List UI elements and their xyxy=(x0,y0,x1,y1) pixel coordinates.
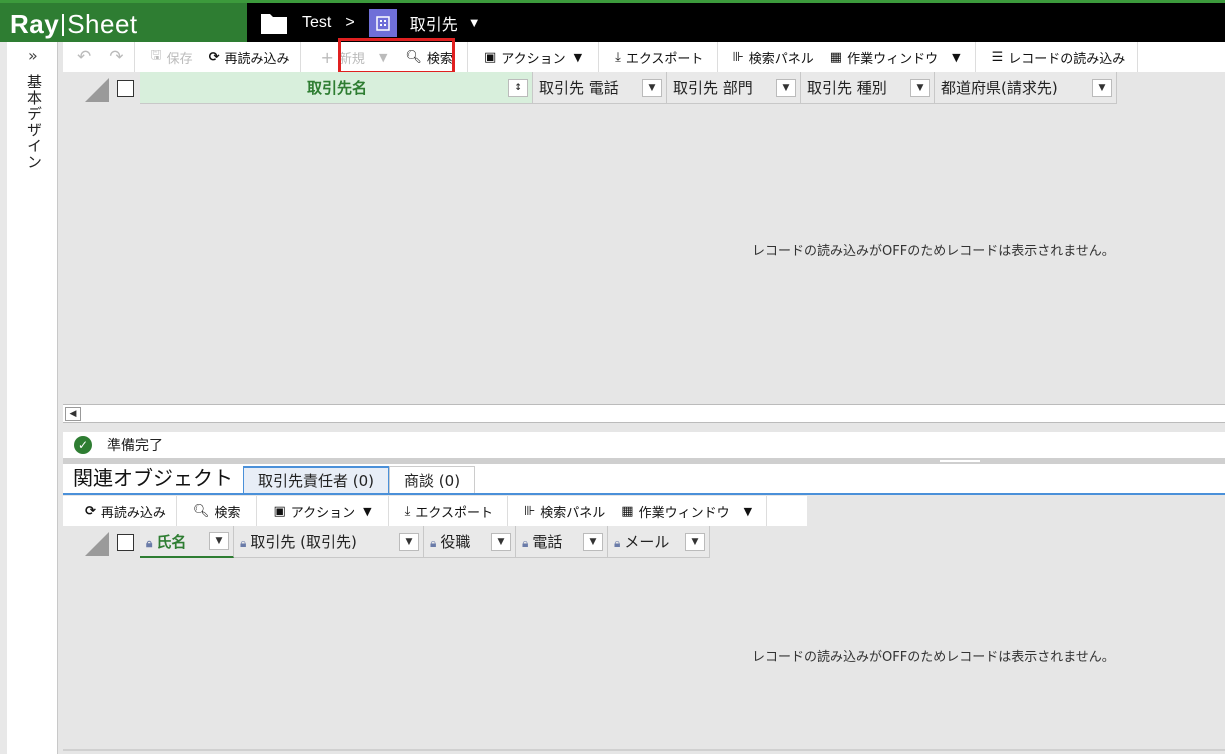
column-account-phone[interactable]: 取引先 電話 ▼ xyxy=(533,72,667,104)
reload-icon: ⟳ xyxy=(85,503,96,519)
app-logo[interactable]: Ray Sheet xyxy=(0,3,247,42)
expand-icon[interactable]: » xyxy=(28,46,38,65)
folder-icon[interactable] xyxy=(260,11,288,35)
column-contact-email[interactable]: 🔒︎ メール ▼ xyxy=(608,526,710,558)
breadcrumb-folder[interactable]: Test xyxy=(302,14,331,32)
horizontal-scrollbar[interactable]: ◀ xyxy=(63,404,1225,423)
breadcrumb: Test > 取引先 ▼ xyxy=(260,3,481,42)
work-window-dropdown-icon: ▼ xyxy=(743,504,753,518)
redo-button[interactable]: ↷ xyxy=(97,42,135,72)
undo-button[interactable]: ↶ xyxy=(63,42,97,72)
new-button-highlight xyxy=(338,38,455,74)
undo-icon: ↶ xyxy=(77,47,92,67)
lock-icon: 🔒︎ xyxy=(614,536,621,550)
column-billing-state[interactable]: 都道府県(請求先) ▼ xyxy=(935,72,1117,104)
work-window-icon: ▦ xyxy=(621,503,634,519)
plus-icon: + xyxy=(320,47,334,67)
related-search-button[interactable]: 🔍︎ 検索 xyxy=(177,496,258,526)
save-icon: 🖫 xyxy=(150,48,162,63)
sort-icon[interactable]: ↕ xyxy=(508,78,528,97)
breadcrumb-object[interactable]: 取引先 xyxy=(410,11,458,35)
save-button[interactable]: 🖫 保存 xyxy=(135,42,199,72)
work-window-icon: ▦ xyxy=(829,49,843,65)
tab-opportunities[interactable]: 商談 (0) xyxy=(389,466,476,493)
column-contact-name[interactable]: 🔒︎ 氏名 ▼ xyxy=(140,526,234,558)
column-account-name[interactable]: 取引先名 ↕ xyxy=(140,72,533,104)
lock-icon: 🔒︎ xyxy=(240,536,247,550)
status-text: 準備完了 xyxy=(107,438,163,454)
column-dropdown-icon[interactable]: ▼ xyxy=(776,78,796,97)
column-dropdown-icon[interactable]: ▼ xyxy=(583,532,603,551)
building-icon xyxy=(368,8,397,37)
redo-icon: ↷ xyxy=(109,47,124,67)
logo-light-text: Sheet xyxy=(67,9,138,39)
record-load-button[interactable]: ☰ レコードの読み込み xyxy=(976,42,1139,72)
column-dropdown-icon[interactable]: ▼ xyxy=(1092,78,1112,97)
logo-bold-text: Ray xyxy=(10,9,60,39)
main-empty-message: レコードの読み込みがOFFのためレコードは表示されません。 xyxy=(752,244,1115,259)
related-export-button[interactable]: ⤓ エクスポート xyxy=(389,496,508,526)
reload-button[interactable]: ⟳ 再読み込み xyxy=(199,42,301,72)
related-objects-title: 関連オブジェクト xyxy=(73,466,233,490)
lock-icon: 🔒︎ xyxy=(430,536,437,550)
column-dropdown-icon[interactable]: ▼ xyxy=(910,78,930,97)
search-icon: 🔍︎ xyxy=(192,503,210,519)
select-all-checkbox[interactable] xyxy=(117,80,134,97)
action-icon: ▣ xyxy=(273,503,286,519)
select-all-corner[interactable] xyxy=(63,72,109,104)
column-dropdown-icon[interactable]: ▼ xyxy=(209,532,229,550)
column-contact-account[interactable]: 🔒︎ 取引先 (取引先) ▼ xyxy=(234,526,424,558)
scroll-left-icon[interactable]: ◀ xyxy=(65,407,81,421)
main-toolbar: ↶ ↷ 🖫 保存 ⟳ 再読み込み + 新規 ▼ 🔍︎ 検索 ▣ アクション ▼ ⤓ エクスポート… xyxy=(63,42,1225,72)
related-action-button[interactable]: ▣ アクション ▼ xyxy=(257,496,389,526)
column-dropdown-icon[interactable]: ▼ xyxy=(685,532,705,551)
search-panel-icon: ⊪ xyxy=(523,503,536,519)
column-account-department[interactable]: 取引先 部門 ▼ xyxy=(667,72,801,104)
column-contact-title[interactable]: 🔒︎ 役職 ▼ xyxy=(424,526,516,558)
object-dropdown-icon[interactable]: ▼ xyxy=(468,15,481,30)
action-button[interactable]: ▣ アクション ▼ xyxy=(468,42,600,72)
breadcrumb-separator: > xyxy=(345,13,355,31)
status-bar: ✓ 準備完了 xyxy=(63,432,1225,458)
related-search-panel-button[interactable]: ⊪ 検索パネル xyxy=(508,496,611,526)
basic-design-tab[interactable]: 基本デザイン xyxy=(24,74,45,170)
related-select-all-corner[interactable] xyxy=(63,526,109,558)
top-bar: Ray Sheet Test > 取引先 ▼ xyxy=(0,0,1225,42)
tab-contacts[interactable]: 取引先責任者 (0) xyxy=(243,466,390,493)
lock-icon: 🔒︎ xyxy=(522,536,529,550)
search-panel-button[interactable]: ⊪ 検索パネル xyxy=(718,42,819,72)
column-dropdown-icon[interactable]: ▼ xyxy=(642,78,662,97)
action-dropdown-icon: ▼ xyxy=(573,50,583,64)
check-icon: ✓ xyxy=(74,436,92,454)
export-button[interactable]: ⤓ エクスポート xyxy=(599,42,719,72)
action-icon: ▣ xyxy=(483,49,497,65)
related-select-all-checkbox[interactable] xyxy=(117,534,134,551)
work-window-button[interactable]: ▦ 作業ウィンドウ ▼ xyxy=(820,42,976,72)
related-reload-button[interactable]: ⟳ 再読み込み xyxy=(63,496,177,526)
main-grid-header: 取引先名 ↕ 取引先 電話 ▼ 取引先 部門 ▼ 取引先 種別 ▼ 都道府県(請求先) ▼ xyxy=(63,72,1117,104)
lock-icon: 🔒︎ xyxy=(146,535,153,550)
bottom-divider xyxy=(63,749,1225,751)
related-toolbar: ⟳ 再読み込み 🔍︎ 検索 ▣ アクション ▼ ⤓ エクスポート ⊪ 検索パネル ▦ 作業ウィ… xyxy=(63,496,807,526)
column-account-type[interactable]: 取引先 種別 ▼ xyxy=(801,72,935,104)
list-icon: ☰ xyxy=(991,49,1004,65)
work-window-dropdown-icon: ▼ xyxy=(952,50,961,64)
related-objects-bar: 関連オブジェクト 取引先責任者 (0) 商談 (0) xyxy=(63,464,1225,495)
related-grid-header: 🔒︎ 氏名 ▼ 🔒︎ 取引先 (取引先) ▼ 🔒︎ 役職 ▼ 🔒︎ 電話 ▼ 🔒︎ メール ▼ xyxy=(63,526,710,558)
related-empty-message: レコードの読み込みがOFFのためレコードは表示されません。 xyxy=(752,650,1115,665)
download-icon: ⤓ xyxy=(615,49,621,65)
action-dropdown-icon: ▼ xyxy=(363,504,372,518)
download-icon: ⤓ xyxy=(404,503,411,519)
search-panel-icon: ⊪ xyxy=(732,49,744,65)
reload-icon: ⟳ xyxy=(208,49,220,65)
column-contact-phone[interactable]: 🔒︎ 電話 ▼ xyxy=(516,526,608,558)
column-dropdown-icon[interactable]: ▼ xyxy=(399,532,419,551)
column-dropdown-icon[interactable]: ▼ xyxy=(491,532,511,551)
left-rail: » 基本デザイン xyxy=(0,42,58,754)
related-work-window-button[interactable]: ▦ 作業ウィンドウ ▼ xyxy=(611,496,768,526)
